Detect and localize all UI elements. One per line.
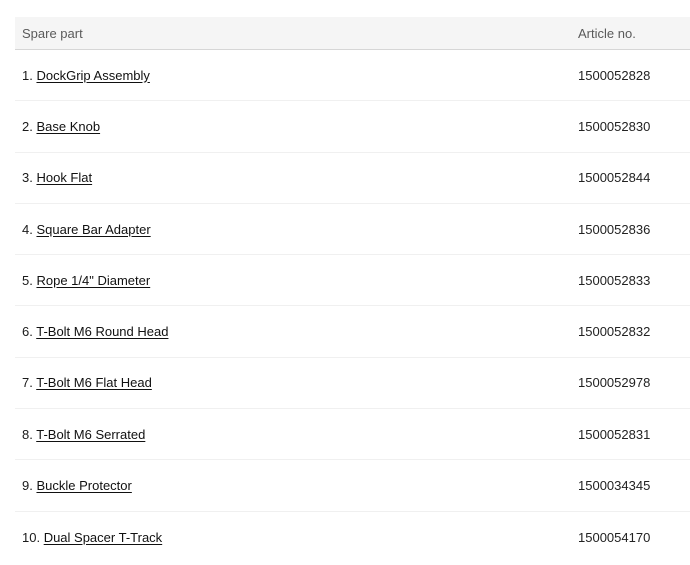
table-row: 1. DockGrip Assembly 1500052828 bbox=[15, 50, 690, 102]
table-row: 5. Rope 1/4" Diameter 1500052833 bbox=[15, 255, 690, 307]
part-link[interactable]: T-Bolt M6 Serrated bbox=[36, 427, 145, 442]
article-number: 1500052828 bbox=[578, 67, 651, 83]
article-number: 1500052836 bbox=[578, 221, 651, 237]
table-row: 7. T-Bolt M6 Flat Head 1500052978 bbox=[15, 358, 690, 410]
part-cell: 10. Dual Spacer T-Track bbox=[15, 530, 578, 545]
part-cell: 7. T-Bolt M6 Flat Head bbox=[15, 375, 578, 390]
header-article-no: Article no. bbox=[578, 25, 636, 41]
part-number: 3. bbox=[22, 170, 37, 186]
part-cell: 2. Base Knob bbox=[15, 119, 578, 134]
part-link[interactable]: Hook Flat bbox=[36, 170, 92, 185]
article-number: 1500052833 bbox=[578, 272, 651, 288]
article-number: 1500052832 bbox=[578, 324, 651, 340]
part-number: 8. bbox=[22, 426, 37, 442]
part-number: 4. bbox=[22, 221, 37, 237]
table-row: 10. Dual Spacer T-Track 1500054170 bbox=[15, 512, 690, 563]
part-cell: 5. Rope 1/4" Diameter bbox=[15, 273, 578, 288]
part-number: 1. bbox=[22, 67, 37, 83]
part-link[interactable]: Dual Spacer T-Track bbox=[44, 530, 163, 545]
part-link[interactable]: DockGrip Assembly bbox=[36, 68, 149, 83]
table-row: 2. Base Knob 1500052830 bbox=[15, 101, 690, 153]
article-number: 1500052831 bbox=[578, 426, 651, 442]
part-cell: 9. Buckle Protector bbox=[15, 478, 578, 493]
part-number: 9. bbox=[22, 478, 37, 494]
part-link[interactable]: Buckle Protector bbox=[36, 478, 131, 493]
article-number: 1500034345 bbox=[578, 478, 651, 494]
article-number: 1500052844 bbox=[578, 170, 651, 186]
table-row: 9. Buckle Protector 1500034345 bbox=[15, 460, 690, 512]
spare-parts-table: Spare part Article no. 1. DockGrip Assem… bbox=[15, 17, 690, 563]
article-number: 1500052830 bbox=[578, 118, 651, 134]
part-cell: 6. T-Bolt M6 Round Head bbox=[15, 324, 578, 339]
part-cell: 3. Hook Flat bbox=[15, 170, 578, 185]
part-link[interactable]: T-Bolt M6 Round Head bbox=[36, 324, 168, 339]
table-row: 4. Square Bar Adapter 1500052836 bbox=[15, 204, 690, 256]
part-number: 2. bbox=[22, 118, 37, 134]
table-row: 8. T-Bolt M6 Serrated 1500052831 bbox=[15, 409, 690, 461]
article-number: 1500054170 bbox=[578, 529, 651, 545]
part-cell: 1. DockGrip Assembly bbox=[15, 68, 578, 83]
part-link[interactable]: Base Knob bbox=[36, 119, 100, 134]
part-link[interactable]: Square Bar Adapter bbox=[36, 222, 150, 237]
article-number: 1500052978 bbox=[578, 375, 651, 391]
table-header: Spare part Article no. bbox=[15, 17, 690, 50]
part-link[interactable]: Rope 1/4" Diameter bbox=[36, 273, 150, 288]
header-spare-part: Spare part bbox=[22, 25, 83, 41]
part-number: 7. bbox=[22, 375, 37, 391]
part-number: 10. bbox=[22, 529, 44, 545]
part-cell: 8. T-Bolt M6 Serrated bbox=[15, 427, 578, 442]
table-row: 3. Hook Flat 1500052844 bbox=[15, 153, 690, 204]
part-link[interactable]: T-Bolt M6 Flat Head bbox=[36, 375, 152, 390]
table-row: 6. T-Bolt M6 Round Head 1500052832 bbox=[15, 306, 690, 358]
table-body: 1. DockGrip Assembly 1500052828 2. Base … bbox=[15, 50, 690, 563]
part-number: 5. bbox=[22, 272, 37, 288]
part-number: 6. bbox=[22, 324, 37, 340]
part-cell: 4. Square Bar Adapter bbox=[15, 222, 578, 237]
